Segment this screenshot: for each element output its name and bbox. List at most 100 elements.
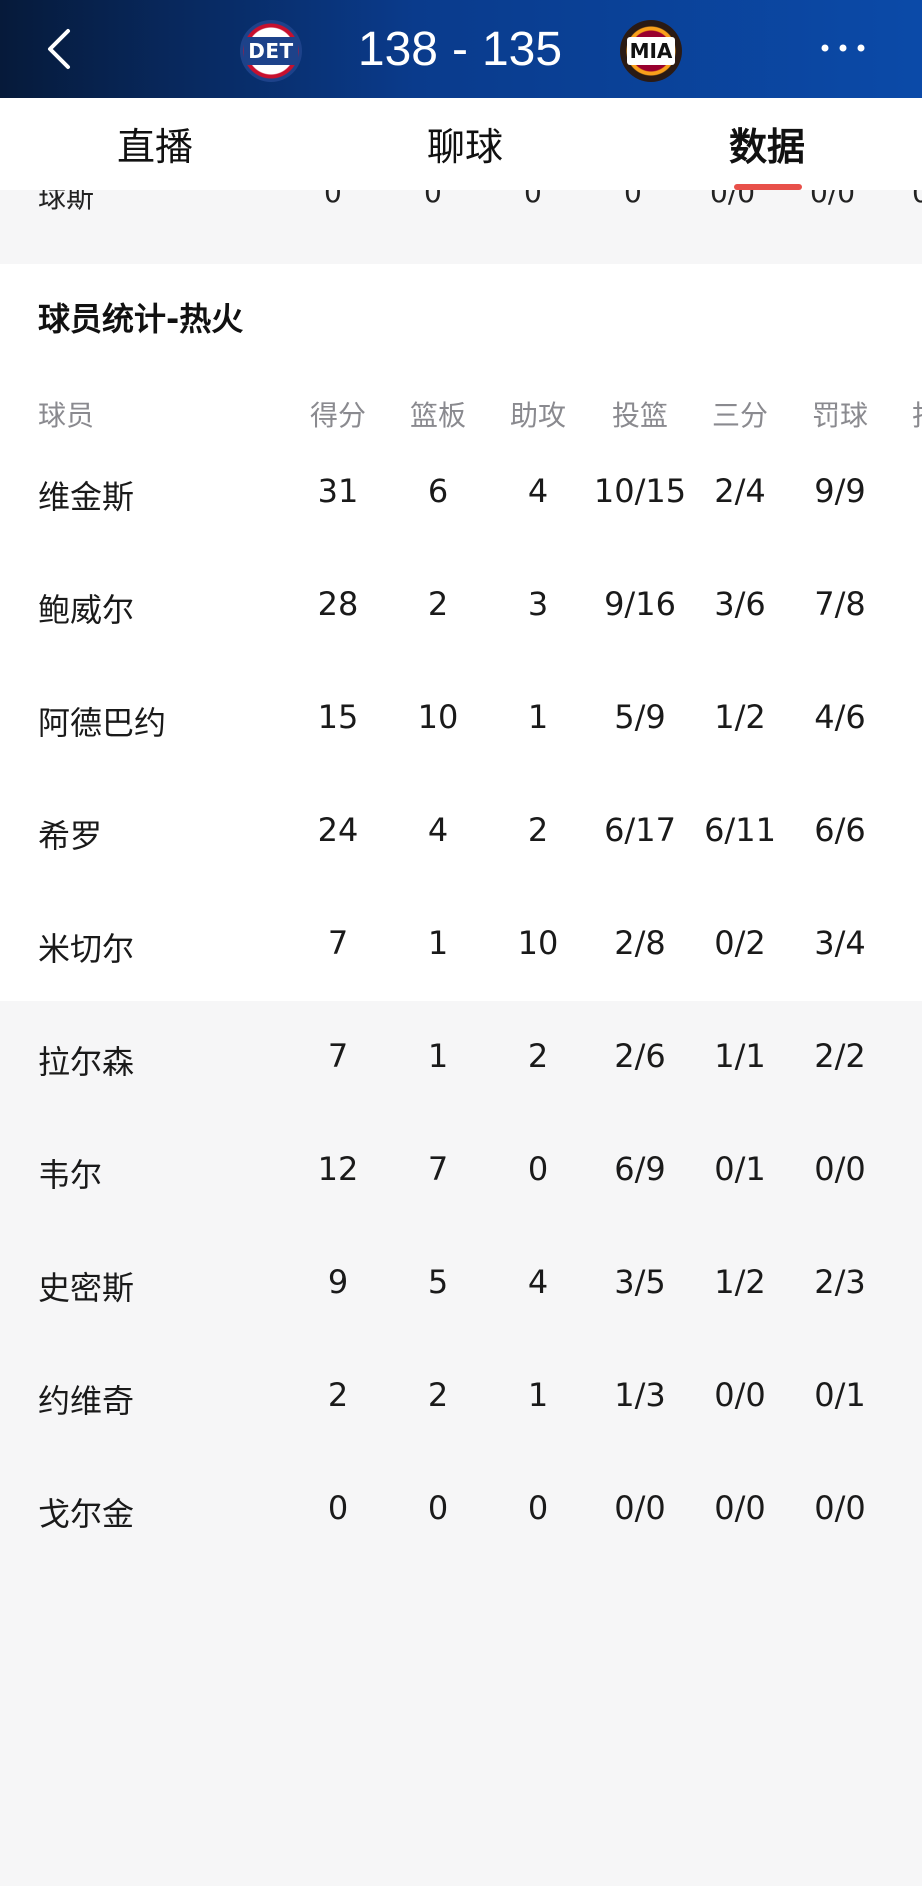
stat-cell: 1: [527, 1376, 549, 1414]
tab-chat[interactable]: 聊球: [410, 118, 520, 169]
table-row[interactable]: 维金斯 31 6 4 10/15 2/4 9/9: [0, 436, 922, 549]
column-header-points[interactable]: 得分: [310, 394, 366, 434]
stat-cell: 4: [427, 811, 449, 849]
tab-bar: 直播 聊球 数据: [0, 98, 922, 190]
player-name[interactable]: 希罗: [38, 811, 102, 857]
stat-cell: 3: [527, 585, 549, 623]
column-header-assists[interactable]: 助攻: [510, 394, 566, 434]
stat-cell: 2: [427, 585, 449, 623]
stat-cell: 7: [327, 924, 349, 962]
player-name[interactable]: 米切尔: [38, 924, 134, 970]
stat-cell: 0/1: [714, 1150, 766, 1188]
home-score: 138: [357, 22, 438, 76]
table-row[interactable]: 鲍威尔 28 2 3 9/16 3/6 7/8: [0, 549, 922, 662]
player-name[interactable]: 拉尔森: [38, 1037, 134, 1083]
back-chevron-icon: [48, 29, 70, 69]
score: 138 - 135: [340, 18, 580, 80]
stat-cell: 10: [517, 924, 559, 962]
stat-cell: 1/1: [714, 1037, 766, 1075]
table-row[interactable]: 拉尔森 7 1 2 2/6 1/1 2/2: [0, 1001, 922, 1114]
away-score: 135: [481, 22, 563, 76]
away-team-abbr: MIA: [626, 37, 676, 65]
stat-cell: 0/0: [814, 1150, 866, 1188]
stat-cell: 10/15: [593, 472, 687, 510]
player-name[interactable]: 韦尔: [38, 1150, 102, 1196]
stat-cell: 2: [327, 1376, 349, 1414]
stat-cell: 15: [317, 698, 359, 736]
active-tab-indicator: [734, 184, 802, 190]
home-team-abbr: DET: [244, 37, 298, 65]
back-button[interactable]: [38, 26, 78, 72]
player-name[interactable]: 约维奇: [38, 1376, 134, 1422]
table-row[interactable]: 戈尔金 0 0 0 0/0 0/0 0/0: [0, 1453, 922, 1566]
stat-cell: 6: [427, 472, 449, 510]
stat-cell: 1: [427, 1037, 449, 1075]
stat-cell: 2/6: [614, 1037, 666, 1075]
stat-cell: 9/16: [604, 585, 676, 623]
game-header: DET 138 - 135 MIA: [0, 0, 922, 98]
column-header-ft[interactable]: 罚球: [812, 394, 868, 434]
stat-cell: 0: [427, 1489, 449, 1527]
stat-cell: 6/9: [614, 1150, 666, 1188]
stat-cell: 3/4: [814, 924, 866, 962]
column-header-fg[interactable]: 投篮: [612, 394, 668, 434]
stat-cell: 2: [527, 811, 549, 849]
player-name[interactable]: 戈尔金: [38, 1489, 134, 1535]
stat-cell: 3/5: [614, 1263, 666, 1301]
stat-cell: 0: [527, 1150, 549, 1188]
stat-cell: 10: [417, 698, 459, 736]
stat-cell: 4: [527, 1263, 549, 1301]
stat-cell: 9: [327, 1263, 349, 1301]
stat-cell: 4: [527, 472, 549, 510]
stat-cell: 0: [327, 1489, 349, 1527]
player-name[interactable]: 史密斯: [38, 1263, 134, 1309]
player-name[interactable]: 阿德巴约: [38, 698, 166, 744]
score-separator: -: [452, 22, 468, 76]
player-stats-section: 球员统计-热火 球员 得分 篮板 助攻 投篮 三分 罚球 抢 维金斯316410…: [0, 266, 922, 1886]
table-row[interactable]: 约维奇 2 2 1 1/3 0/0 0/1: [0, 1340, 922, 1453]
home-team-logo[interactable]: DET: [240, 20, 302, 82]
stat-cell: 2/3: [814, 1263, 866, 1301]
stat-cell: 2: [427, 1376, 449, 1414]
stat-cell: 6/11: [704, 811, 776, 849]
section-title: 球员统计-热火: [38, 300, 244, 338]
stat-cell: 1: [427, 924, 449, 962]
stat-cell: 31: [317, 472, 359, 510]
stat-cell: 5: [427, 1263, 449, 1301]
stat-cell: 28: [317, 585, 359, 623]
table-row[interactable]: 史密斯 9 5 4 3/5 1/2 2/3: [0, 1227, 922, 1340]
stat-cell: 0/0: [814, 1489, 866, 1527]
stat-cell: 12: [317, 1150, 359, 1188]
table-row[interactable]: 米切尔 7 1 10 2/8 0/2 3/4: [0, 888, 922, 1001]
stat-cell: 1: [527, 698, 549, 736]
column-header-3pt[interactable]: 三分: [712, 394, 768, 434]
table-row[interactable]: 阿德巴约 15 10 1 5/9 1/2 4/6: [0, 662, 922, 775]
column-header-rebounds[interactable]: 篮板: [410, 394, 466, 434]
player-name[interactable]: 维金斯: [38, 472, 134, 518]
stat-cell: 1/3: [614, 1376, 666, 1414]
stat-cell: 0/1: [814, 1376, 866, 1414]
stat-cell: 3/6: [714, 585, 766, 623]
stat-cell: 24: [317, 811, 359, 849]
stat-cell: 7/8: [814, 585, 866, 623]
stat-cell: 0/2: [714, 924, 766, 962]
stat-cell: 4/6: [814, 698, 866, 736]
stat-cell: 0/0: [714, 1376, 766, 1414]
tab-live[interactable]: 直播: [100, 118, 210, 169]
stat-cell: 5/9: [614, 698, 666, 736]
table-row[interactable]: 希罗 24 4 2 6/17 6/11 6/6: [0, 775, 922, 888]
stat-cell: 2/4: [714, 472, 766, 510]
stat-cell: 0/0: [714, 1489, 766, 1527]
more-button[interactable]: [820, 36, 866, 60]
stat-cell: 0/0: [614, 1489, 666, 1527]
stat-cell: 1/2: [714, 698, 766, 736]
stat-cell: 2/8: [614, 924, 666, 962]
more-dots-icon: [821, 44, 865, 52]
table-row[interactable]: 韦尔 12 7 0 6/9 0/1 0/0: [0, 1114, 922, 1227]
stat-cell: 9/9: [814, 472, 866, 510]
stat-cell: 1/2: [714, 1263, 766, 1301]
player-name[interactable]: 鲍威尔: [38, 585, 134, 631]
column-header-steals[interactable]: 抢: [912, 394, 922, 434]
away-team-logo[interactable]: MIA: [620, 20, 682, 82]
tab-data[interactable]: 数据: [712, 118, 822, 169]
